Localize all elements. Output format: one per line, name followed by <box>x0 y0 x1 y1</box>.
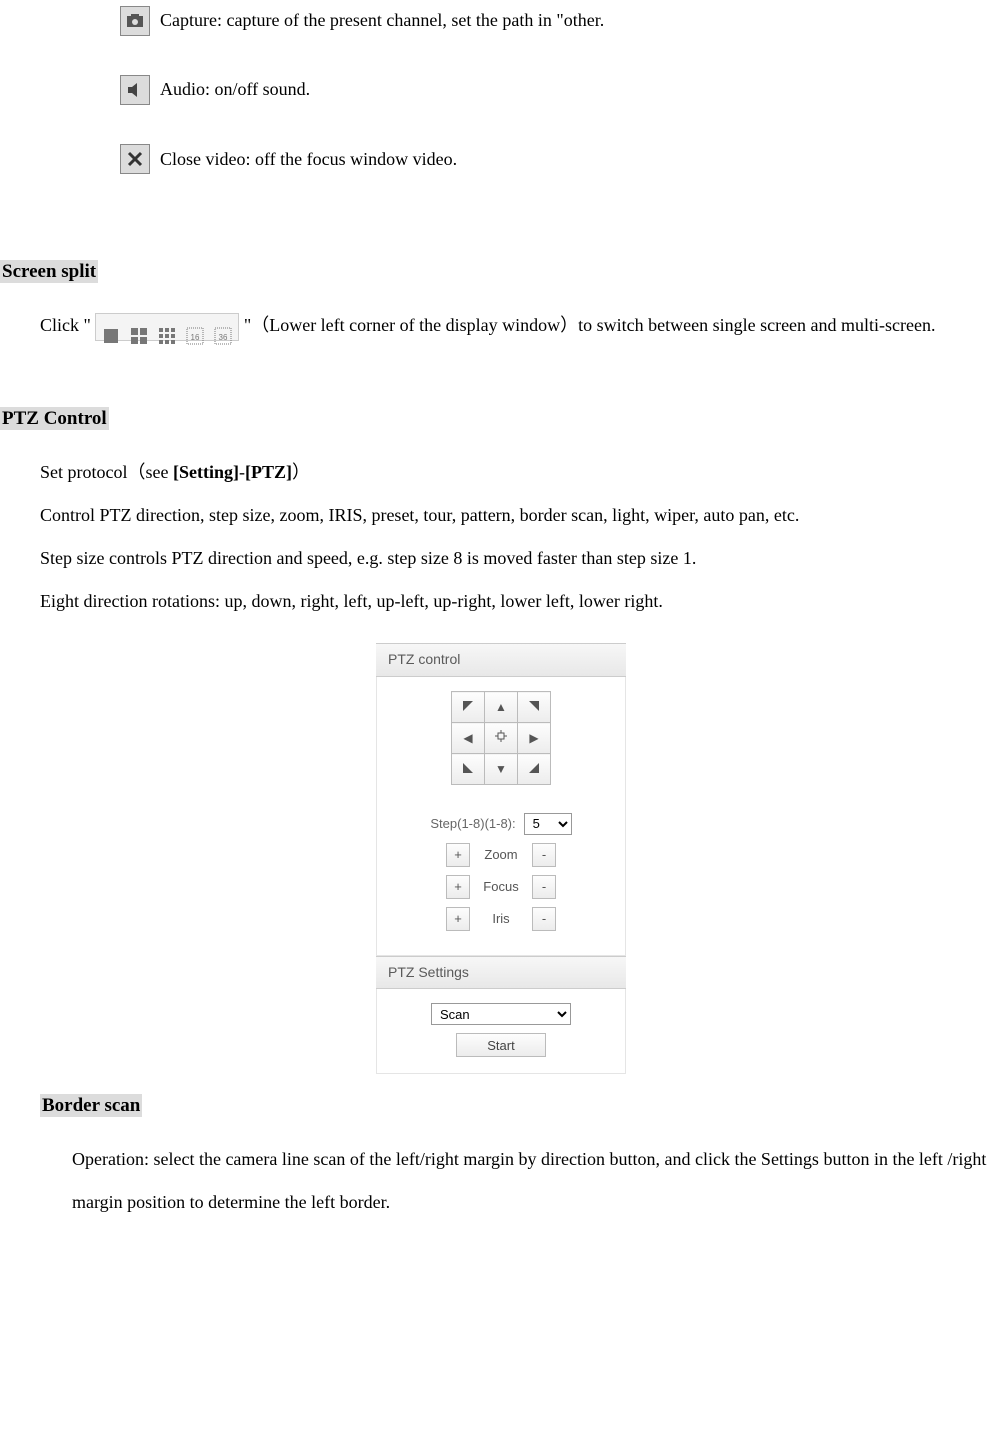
dpad-downright[interactable] <box>518 754 551 785</box>
capture-icon <box>120 6 150 36</box>
start-button[interactable]: Start <box>456 1033 546 1057</box>
svg-text:36: 36 <box>219 333 228 342</box>
focus-plus[interactable]: + <box>446 875 470 899</box>
ptz-panel: PTZ control ▲ ◀ ▶ ▼ <box>376 643 626 1074</box>
focus-minus[interactable]: - <box>532 875 556 899</box>
ptz-line3: Step size controls PTZ direction and spe… <box>40 537 1002 580</box>
dpad-upleft[interactable] <box>452 692 485 723</box>
capture-text: Capture: capture of the present channel,… <box>160 0 604 41</box>
audio-icon <box>120 75 150 105</box>
border-scan-text: Operation: select the camera line scan o… <box>72 1138 1002 1224</box>
dpad-left[interactable]: ◀ <box>452 723 485 754</box>
screen-split-before: Click " <box>40 315 95 335</box>
ptz-line1d: [PTZ] <box>245 462 292 482</box>
scan-select[interactable]: Scan <box>431 1003 571 1025</box>
screen-split-heading: Screen split <box>0 260 98 283</box>
dpad-down[interactable]: ▼ <box>485 754 518 785</box>
zoom-label: Zoom <box>478 846 524 864</box>
split-16-icon[interactable]: 16 <box>186 318 204 336</box>
audio-text: Audio: on/off sound. <box>160 69 310 110</box>
dpad-up[interactable]: ▲ <box>485 692 518 723</box>
split-toolbar: 16 36 <box>95 313 239 341</box>
ptz-line1a: Set protocol（see <box>40 462 173 482</box>
ptz-line2: Control PTZ direction, step size, zoom, … <box>40 494 1002 537</box>
ptz-dpad: ▲ ◀ ▶ ▼ <box>451 691 551 785</box>
screen-split-after: "（Lower left corner of the display windo… <box>244 315 936 335</box>
close-video-text: Close video: off the focus window video. <box>160 139 457 180</box>
svg-text:16: 16 <box>191 333 200 342</box>
dpad-downleft[interactable] <box>452 754 485 785</box>
ptz-control-heading: PTZ Control <box>0 407 109 430</box>
dpad-right[interactable]: ▶ <box>518 723 551 754</box>
close-video-icon <box>120 144 150 174</box>
zoom-minus[interactable]: - <box>532 843 556 867</box>
split-36-icon[interactable]: 36 <box>214 318 232 336</box>
ptz-panel-title: PTZ control <box>376 643 626 677</box>
step-select[interactable]: 5 <box>524 813 572 835</box>
dpad-upright[interactable] <box>518 692 551 723</box>
border-scan-heading: Border scan <box>40 1094 142 1117</box>
split-4-icon[interactable] <box>130 318 148 336</box>
zoom-plus[interactable]: + <box>446 843 470 867</box>
iris-label: Iris <box>478 910 524 928</box>
iris-plus[interactable]: + <box>446 907 470 931</box>
dpad-center[interactable] <box>485 723 518 754</box>
split-9-icon[interactable] <box>158 318 176 336</box>
split-1-icon[interactable] <box>102 318 120 336</box>
ptz-line1b: [Setting] <box>173 462 239 482</box>
ptz-line1e: ） <box>292 462 310 482</box>
ptz-line4: Eight direction rotations: up, down, rig… <box>40 580 1002 623</box>
focus-label: Focus <box>478 878 524 896</box>
ptz-settings-title: PTZ Settings <box>376 956 626 990</box>
iris-minus[interactable]: - <box>532 907 556 931</box>
step-label: Step(1-8)(1-8): <box>430 815 515 833</box>
